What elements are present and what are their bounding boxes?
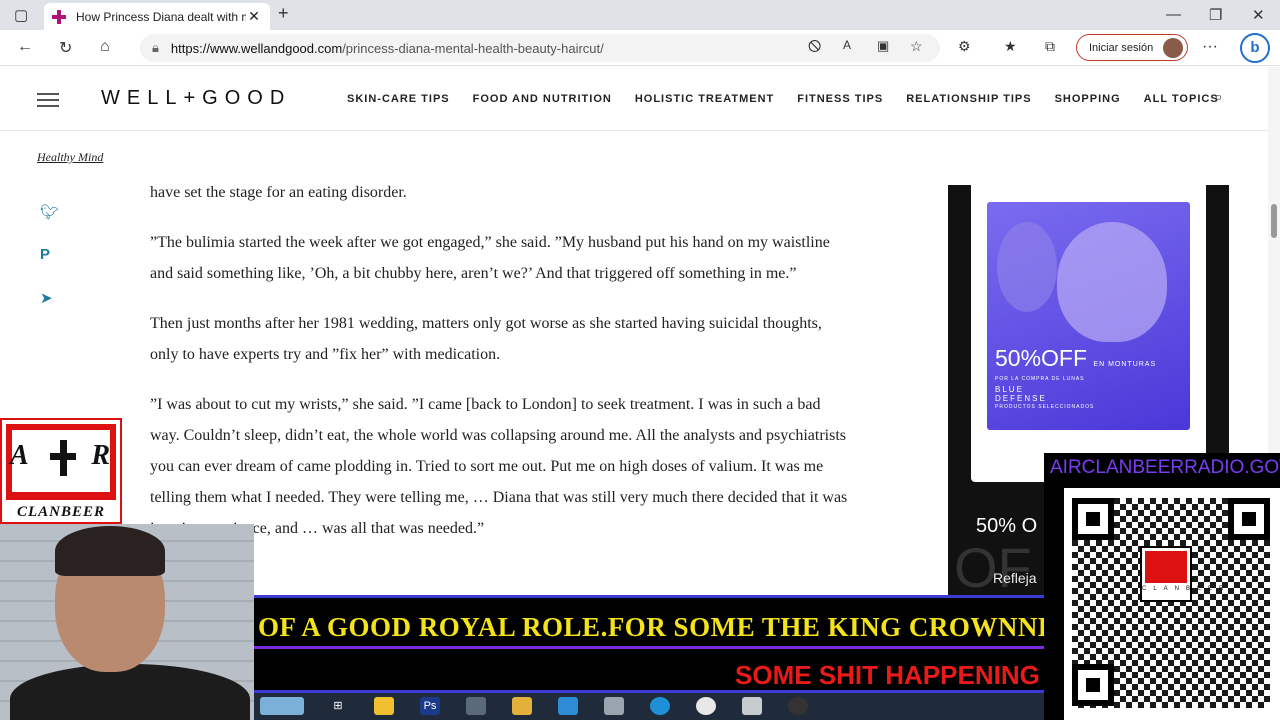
app-icon[interactable] [604, 697, 624, 715]
ad-headline-small: EN MONTURAS [1093, 361, 1157, 368]
more-menu-icon[interactable]: ··· [1202, 38, 1218, 56]
iron-cross-icon [50, 440, 76, 476]
news-ticker: OF A GOOD ROYAL ROLE.FOR SOME THE KING C… [254, 595, 1044, 693]
favorites-icon[interactable]: ★ [1004, 38, 1017, 55]
minimize-icon[interactable]: — [1166, 6, 1181, 23]
reader-view-icon[interactable]: ▣ [877, 38, 889, 54]
app-icon[interactable] [558, 697, 578, 715]
ad-headline-text: 50%OFF [995, 345, 1088, 371]
ad-brand-line: PRODUCTOS SELECCIONADOS [995, 404, 1095, 410]
ad-lower-text: Refleja [993, 570, 1037, 586]
address-toolbar: ← ↻ ⌂ 🔒︎ https://www.wellandgood.com/pri… [0, 30, 1280, 66]
extensions-icon[interactable]: ⚙ [958, 38, 971, 55]
site-header: WELL+GOOD SKIN-CARE TIPS FOOD AND NUTRIT… [0, 67, 1268, 131]
hamburger-menu-icon[interactable] [37, 93, 59, 107]
back-icon[interactable]: ← [17, 38, 33, 56]
badge-caption: CLANBEER [16, 504, 106, 520]
ad-image: 50%OFF EN MONTURAS POR LA COMPRA DE LUNA… [987, 202, 1190, 430]
nav-all-topics[interactable]: ALL TOPICS [1144, 93, 1219, 105]
ticker-divider [254, 646, 1044, 649]
new-tab-icon[interactable]: + [278, 3, 289, 24]
qr-finder [1228, 498, 1270, 540]
tab-close-icon[interactable]: ✕ [246, 8, 262, 25]
qr-panel: AIRCLANBEERRADIO.GOV CLANBEER [1044, 453, 1280, 720]
site-nav: SKIN-CARE TIPS FOOD AND NUTRITION HOLIST… [347, 93, 1219, 105]
webcam-person-hair [55, 526, 165, 576]
url-host: https://www.wellandgood.com [170, 40, 343, 56]
nav-holistic[interactable]: HOLISTIC TREATMENT [635, 93, 774, 105]
article-paragraph: have set the stage for an eating disorde… [150, 184, 407, 201]
site-favicon-icon [52, 9, 66, 24]
favorite-star-icon[interactable]: ☆ [910, 38, 923, 55]
file-explorer-icon[interactable] [374, 697, 394, 715]
webcam-feed [0, 524, 254, 720]
ad-model-left [997, 222, 1057, 312]
chrome-icon[interactable] [696, 697, 716, 715]
tab-active[interactable]: How Princess Diana dealt with m ✕ [44, 3, 270, 30]
ad-brand-line: DEFENSE [995, 394, 1047, 403]
nav-shopping[interactable]: SHOPPING [1055, 93, 1121, 105]
tab-actions-icon[interactable]: ▢ [14, 6, 28, 24]
ad-card[interactable]: 50%OFF EN MONTURAS POR LA COMPRA DE LUNA… [971, 185, 1206, 482]
article-paragraph: ”The bulimia started the week after we g… [150, 234, 830, 282]
task-view-icon[interactable]: ⊞ [328, 697, 348, 715]
ad-headline: 50%OFF EN MONTURAS [995, 345, 1156, 372]
lock-icon: 🔒︎ [152, 40, 159, 55]
badge-letter-left: A [10, 440, 29, 471]
qr-finder [1072, 498, 1114, 540]
ad-brand-line: BLUE [995, 385, 1024, 394]
app-icon[interactable] [742, 697, 762, 715]
ad-lower-offer: 50% O [976, 515, 1038, 537]
nav-relationship[interactable]: RELATIONSHIP TIPS [906, 93, 1031, 105]
refresh-icon[interactable]: ↻ [59, 38, 72, 58]
bing-icon[interactable]: b [1240, 33, 1270, 63]
ad-ghost-text: OF [954, 536, 1032, 599]
os-taskbar: ⊞ Ps [254, 693, 1044, 720]
telegram-icon[interactable]: ➤ [40, 289, 53, 307]
qr-code: CLANBEER [1064, 488, 1280, 720]
qr-finder [1072, 664, 1114, 706]
breadcrumb[interactable]: Healthy Mind [37, 150, 103, 165]
ad-model-center [1057, 222, 1167, 342]
article-paragraph: ”I was about to cut my wrists,” she said… [150, 396, 848, 537]
nav-fitness[interactable]: FITNESS TIPS [797, 93, 883, 105]
edge-icon[interactable] [650, 697, 670, 715]
url-path: /princess-diana-mental-health-beauty-hai… [342, 40, 604, 56]
badge-letter-right: R [91, 440, 110, 471]
ad-subline: POR LA COMPRA DE LUNAS [995, 376, 1085, 382]
qr-logo-flag [1145, 551, 1187, 583]
app-icon[interactable] [466, 697, 486, 715]
ticker-line-top: OF A GOOD ROYAL ROLE.FOR SOME THE KING C… [258, 612, 1044, 642]
avatar [1163, 38, 1183, 58]
tab-title: How Princess Diana dealt with m [76, 9, 246, 24]
pinterest-icon[interactable]: P [40, 246, 50, 263]
search-icon[interactable]: ⌕ [1214, 89, 1223, 107]
window-close-icon[interactable]: ✕ [1252, 6, 1265, 24]
qr-logo-text: CLANBEER [1142, 586, 1231, 592]
twitter-icon[interactable]: 🐦︎ [40, 203, 59, 221]
signin-button[interactable]: Iniciar sesión [1076, 34, 1188, 61]
qr-center-logo: CLANBEER [1140, 546, 1231, 602]
obs-icon[interactable] [788, 697, 808, 715]
tracking-icon[interactable]: 🛇 [808, 38, 821, 60]
site-logo[interactable]: WELL+GOOD [101, 87, 291, 110]
collections-icon[interactable]: ⧉ [1045, 38, 1055, 55]
scrollbar-thumb[interactable] [1271, 204, 1277, 238]
nav-skin-care[interactable]: SKIN-CARE TIPS [347, 93, 450, 105]
browser-tab-bar: ▢ How Princess Diana dealt with m ✕ + — … [0, 0, 1280, 30]
clanbeer-badge: A R CLANBEER [0, 418, 122, 524]
article-paragraph: Then just months after her 1981 wedding,… [150, 315, 822, 363]
read-aloud-icon[interactable]: A [843, 38, 851, 52]
ad-brand: BLUE DEFENSE PRODUCTOS SELECCIONADOS [995, 385, 1094, 412]
home-icon[interactable]: ⌂ [100, 38, 110, 56]
ticker-line-bottom: SOME SHIT HAPPENING [735, 660, 1040, 690]
maximize-icon[interactable]: ❐ [1209, 6, 1222, 24]
nav-food-nutrition[interactable]: FOOD AND NUTRITION [473, 93, 612, 105]
qr-url: AIRCLANBEERRADIO.GOV [1050, 457, 1280, 478]
signin-label: Iniciar sesión [1089, 41, 1154, 54]
folder-icon[interactable] [512, 697, 532, 715]
taskbar-thumbnail-icon[interactable] [260, 697, 304, 715]
article-body: have set the stage for an eating disorde… [150, 177, 850, 563]
photoshop-icon[interactable]: Ps [420, 697, 440, 715]
